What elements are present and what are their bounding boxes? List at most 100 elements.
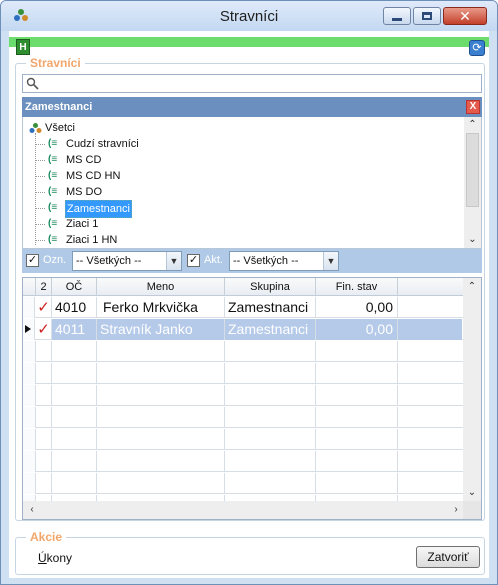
empty-cell [316,451,398,472]
ukony-label: kony [46,551,73,565]
empty-cell [97,385,225,406]
grid-vertical-scrollbar[interactable]: ⌃ ⌄ [463,278,481,502]
panel-header-title: Zamestnanci [25,101,93,113]
status-strip [9,37,489,47]
cell-oc: 4011 [52,319,97,340]
empty-table-row[interactable] [23,363,463,384]
scroll-up-icon[interactable]: ⌃ [464,279,480,295]
row-selector [23,473,36,494]
ozn-label: Ozn. [43,254,67,266]
empty-cell [36,429,52,450]
empty-table-row[interactable] [23,429,463,450]
empty-cell [316,385,398,406]
empty-cell [52,385,97,406]
empty-cell [316,407,398,428]
close-icon: ✕ [459,7,471,24]
refresh-icon[interactable]: ⟳ [469,40,485,56]
row-selector [23,363,36,384]
maximize-button[interactable] [413,7,441,25]
empty-cell [225,407,316,428]
title-bar[interactable]: Stravníci ✕ [1,1,497,31]
group-list-icon: (≡ [48,186,58,197]
row-checkmark-icon[interactable]: ✓ [36,297,52,318]
akt-label: Akt. [204,254,223,266]
cell-fin-stav: 0,00 [316,297,398,318]
tree-item-label: MS CD [66,154,102,166]
panel-close-button[interactable]: X [466,100,480,114]
scroll-right-icon[interactable]: › [448,502,464,518]
column-header-check[interactable]: 2 [36,278,52,296]
scroll-left-icon[interactable]: ‹ [24,502,40,518]
empty-cell [36,385,52,406]
tree-root-label: Všetci [45,122,75,134]
row-selector [23,407,36,428]
empty-cell [52,429,97,450]
akcie-group: Akcie [15,530,485,575]
table-row[interactable]: ✓ 4011 Stravník Janko Zamestnanci 0,00 [23,319,463,340]
tree-item-label: MS DO [66,186,103,198]
empty-table-row[interactable] [23,473,463,494]
tree-scrollbar[interactable]: ⌃ ⌄ [464,117,481,248]
group-tree: Všetci (≡ Cudzí stravníci (≡ MS CD (≡ MS… [22,117,482,249]
akt-checkbox[interactable]: ✓ [187,254,200,267]
empty-table-row[interactable] [23,451,463,472]
row-selector [23,385,36,406]
tree-scroll-thumb[interactable] [466,133,479,207]
empty-cell [36,363,52,384]
ozn-checkbox[interactable]: ✓ [26,254,39,267]
minimize-button[interactable] [383,7,411,25]
panel-header: Zamestnanci X [22,97,482,117]
filter-bar: ✓ Ozn. -- Všetkých -- ▼ ✓ Akt. -- Všetký… [22,249,482,273]
row-selector [23,341,36,362]
empty-table-row[interactable] [23,341,463,362]
stravnici-group-title: Stravníci [26,56,85,70]
column-header-fin-stav[interactable]: Fin. stav [316,278,398,296]
akcie-group-title: Akcie [26,530,67,544]
search-icon [26,77,39,90]
row-selector[interactable] [23,297,35,318]
empty-cell [52,407,97,428]
group-list-icon: (≡ [48,138,58,149]
empty-table-row[interactable] [23,407,463,428]
chevron-down-icon[interactable]: ▼ [166,252,181,270]
close-window-button[interactable]: ✕ [443,7,487,25]
scroll-down-icon[interactable]: ⌄ [464,232,481,248]
ukony-link[interactable]: Úkony [38,551,72,565]
app-window: Stravníci ✕ H ⟳ Stravníci Zamestnanci X [0,0,498,585]
row-selector[interactable] [23,319,35,340]
group-list-icon: (≡ [48,234,58,245]
empty-cell [52,341,97,362]
chevron-down-icon[interactable]: ▼ [323,252,338,270]
group-list-icon: (≡ [48,218,58,229]
scroll-up-icon[interactable]: ⌃ [464,117,481,133]
cell-skupina: Zamestnanci [225,319,316,340]
empty-cell [97,363,225,384]
empty-cell [225,363,316,384]
empty-cell [316,363,398,384]
column-header-meno[interactable]: Meno [97,278,225,296]
row-checkmark-icon[interactable]: ✓ [36,319,52,340]
column-header-oc[interactable]: OČ [52,278,97,296]
empty-cell [52,363,97,384]
grid-header: 2 OČ Meno Skupina Fin. stav [23,278,463,296]
tree-item-label: Ziaci 1 [66,218,99,230]
akt-select[interactable]: -- Všetkých -- ▼ [229,251,339,271]
akt-select-value: -- Všetkých -- [233,255,299,267]
empty-cell [36,341,52,362]
ozn-select[interactable]: -- Všetkých -- ▼ [72,251,182,271]
search-input[interactable] [22,74,482,93]
empty-cell [225,451,316,472]
grid-horizontal-scrollbar[interactable]: ‹ › [23,501,465,519]
table-row[interactable]: ✓ 4010 Ferko Mrkvička Zamestnanci 0,00 [23,297,463,318]
empty-cell [225,341,316,362]
tree-connector [35,133,36,245]
empty-cell [52,451,97,472]
zatvorit-button[interactable]: Zatvoriť [416,546,480,568]
h-badge-button[interactable]: H [16,39,30,55]
empty-table-row[interactable] [23,385,463,406]
stravnici-grid: 2 OČ Meno Skupina Fin. stav ✓ 4010 Ferko… [22,277,482,520]
scroll-down-icon[interactable]: ⌄ [464,485,480,501]
row-selector [23,429,36,450]
column-header-skupina[interactable]: Skupina [225,278,316,296]
maximize-icon [414,8,440,24]
